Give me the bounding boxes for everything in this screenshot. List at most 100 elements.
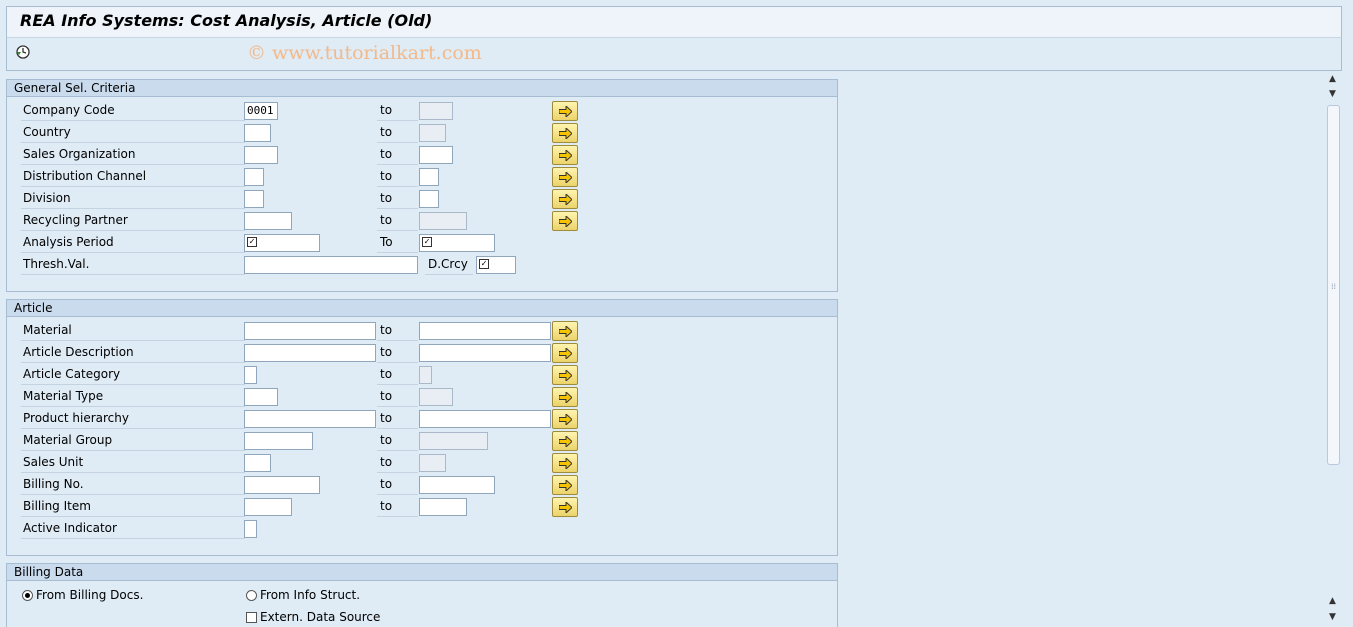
distribution-channel-to-input[interactable]: [419, 168, 439, 186]
field-label: Country: [21, 123, 245, 143]
field-label: Thresh.Val.: [21, 255, 245, 275]
sales-unit-to-input[interactable]: [419, 454, 446, 472]
company-code-from-input[interactable]: 0001: [244, 102, 278, 120]
multiple-selection-button[interactable]: [552, 431, 578, 451]
multiple-selection-button[interactable]: [552, 145, 578, 165]
arrow-right-icon: [559, 106, 572, 117]
country-to-input[interactable]: [419, 124, 446, 142]
group-header: General Sel. Criteria: [7, 80, 837, 97]
row-thresh-val: Thresh.Val. D.Crcy ✓: [7, 255, 837, 275]
row-distribution-channel: Distribution Channel to: [7, 167, 837, 187]
multiple-selection-button[interactable]: [552, 409, 578, 429]
checkbox-extern-data-source[interactable]: Extern. Data Source: [246, 607, 380, 627]
selection-screen: General Sel. Criteria Company Code 0001 …: [0, 71, 1325, 627]
product-hierarchy-to-input[interactable]: [419, 410, 551, 428]
sales-org-to-input[interactable]: [419, 146, 453, 164]
sales-unit-from-input[interactable]: [244, 454, 271, 472]
article-category-from-input[interactable]: [244, 366, 257, 384]
to-label: to: [377, 387, 418, 407]
vertical-scrollbar[interactable]: ▲ ▼ ⁞⁞ ▲ ▼: [1325, 71, 1340, 627]
arrow-right-icon: [559, 458, 572, 469]
arrow-right-icon: [559, 172, 572, 183]
analysis-period-from-input[interactable]: ✓: [244, 234, 320, 252]
sales-org-from-input[interactable]: [244, 146, 278, 164]
material-from-input[interactable]: [244, 322, 376, 340]
row-division: Division to: [7, 189, 837, 209]
multiple-selection-button[interactable]: [552, 101, 578, 121]
billing-no-to-input[interactable]: [419, 476, 495, 494]
multiple-selection-button[interactable]: [552, 321, 578, 341]
material-type-from-input[interactable]: [244, 388, 278, 406]
scroll-up-icon[interactable]: ▲: [1327, 75, 1338, 84]
field-label: Material Type: [21, 387, 245, 407]
group-article: Article Material to Article Description …: [6, 299, 838, 556]
field-label: Active Indicator: [21, 519, 245, 539]
row-active-indicator: Active Indicator: [7, 519, 837, 539]
group-billing-data: Billing Data From Billing Docs. From Inf…: [6, 563, 838, 627]
company-code-to-input[interactable]: [419, 102, 453, 120]
multiple-selection-button[interactable]: [552, 453, 578, 473]
title-bar: REA Info Systems: Cost Analysis, Article…: [6, 6, 1342, 37]
grip-icon: ⁞⁞: [1331, 282, 1337, 291]
required-check-icon: ✓: [422, 237, 432, 247]
product-hierarchy-from-input[interactable]: [244, 410, 376, 428]
radio-unselected-icon[interactable]: [246, 590, 257, 601]
article-description-from-input[interactable]: [244, 344, 376, 362]
multiple-selection-button[interactable]: [552, 189, 578, 209]
scroll-page-down-icon[interactable]: ▼: [1327, 613, 1338, 622]
field-label: Article Description: [21, 343, 245, 363]
active-indicator-input[interactable]: [244, 520, 257, 538]
billing-no-from-input[interactable]: [244, 476, 320, 494]
material-type-to-input[interactable]: [419, 388, 453, 406]
multiple-selection-button[interactable]: [552, 475, 578, 495]
multiple-selection-button[interactable]: [552, 343, 578, 363]
radio-from-info-struct[interactable]: From Info Struct.: [246, 585, 360, 605]
to-label: To: [377, 233, 418, 253]
to-label: to: [377, 475, 418, 495]
field-label: Analysis Period: [21, 233, 245, 253]
arrow-right-icon: [559, 326, 572, 337]
material-group-from-input[interactable]: [244, 432, 313, 450]
material-to-input[interactable]: [419, 322, 551, 340]
group-general-criteria: General Sel. Criteria Company Code 0001 …: [6, 79, 838, 292]
multiple-selection-button[interactable]: [552, 365, 578, 385]
scroll-down-icon[interactable]: ▼: [1327, 90, 1338, 99]
scroll-thumb[interactable]: ⁞⁞: [1327, 105, 1340, 465]
field-label: Distribution Channel: [21, 167, 245, 187]
recycling-partner-to-input[interactable]: [419, 212, 467, 230]
country-from-input[interactable]: [244, 124, 271, 142]
radio-from-billing-docs[interactable]: From Billing Docs.: [22, 585, 143, 605]
threshold-value-input[interactable]: [244, 256, 418, 274]
checkbox-icon[interactable]: [246, 612, 257, 623]
division-from-input[interactable]: [244, 190, 264, 208]
row-billing-item: Billing Item to: [7, 497, 837, 517]
analysis-period-to-input[interactable]: ✓: [419, 234, 495, 252]
division-to-input[interactable]: [419, 190, 439, 208]
multiple-selection-button[interactable]: [552, 497, 578, 517]
execute-clock-icon[interactable]: [15, 44, 33, 62]
row-country: Country to: [7, 123, 837, 143]
multiple-selection-button[interactable]: [552, 387, 578, 407]
row-article-category: Article Category to: [7, 365, 837, 385]
currency-input[interactable]: ✓: [476, 256, 516, 274]
arrow-right-icon: [559, 414, 572, 425]
to-label: to: [377, 145, 418, 165]
to-label: to: [377, 409, 418, 429]
row-product-hierarchy: Product hierarchy to: [7, 409, 837, 429]
recycling-partner-from-input[interactable]: [244, 212, 292, 230]
to-label: to: [377, 321, 418, 341]
row-recycling-partner: Recycling Partner to: [7, 211, 837, 231]
scroll-page-up-icon[interactable]: ▲: [1327, 597, 1338, 606]
article-category-to-input[interactable]: [419, 366, 432, 384]
distribution-channel-from-input[interactable]: [244, 168, 264, 186]
multiple-selection-button[interactable]: [552, 167, 578, 187]
multiple-selection-button[interactable]: [552, 211, 578, 231]
billing-item-to-input[interactable]: [419, 498, 467, 516]
material-group-to-input[interactable]: [419, 432, 488, 450]
billing-item-from-input[interactable]: [244, 498, 292, 516]
article-description-to-input[interactable]: [419, 344, 551, 362]
multiple-selection-button[interactable]: [552, 123, 578, 143]
radio-selected-icon[interactable]: [22, 590, 33, 601]
field-label: Recycling Partner: [21, 211, 245, 231]
field-label: Material: [21, 321, 245, 341]
